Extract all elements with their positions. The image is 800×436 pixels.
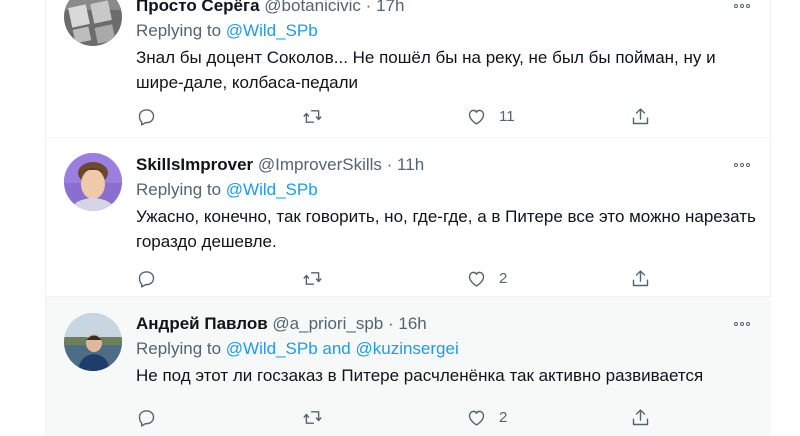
tweet-text: Не под этот ли госзаказ в Питере расчлен… <box>136 366 704 385</box>
reply-bubble-icon <box>138 409 155 427</box>
share-button[interactable] <box>630 266 651 290</box>
separator-dot: · <box>386 155 393 174</box>
tweet-actions: 11 <box>136 104 656 128</box>
user-handle[interactable]: @a_priori_spb <box>272 314 383 333</box>
share-upload-icon <box>632 408 649 425</box>
user-handle[interactable]: @ImproverSkills <box>258 155 382 174</box>
tweet-item[interactable]: Просто Серёга @botanicivic · 17h Replyin… <box>46 0 771 138</box>
replying-prefix: Replying to <box>136 339 226 358</box>
avatar[interactable] <box>64 153 122 211</box>
separator-dot: · <box>387 314 394 333</box>
tweet-header: Андрей Павлов @a_priori_spb · 16h <box>136 312 757 336</box>
mention-link[interactable]: @Wild_SPb and @kuzinsergei <box>226 339 459 358</box>
tweet-text: Ужасно, конечно, так говорить, но, где-г… <box>136 207 756 251</box>
replying-to: Replying to @Wild_SPb <box>136 19 757 43</box>
retweet-button[interactable] <box>302 104 323 128</box>
share-upload-icon <box>632 107 649 124</box>
like-button[interactable]: 11 <box>466 104 515 128</box>
tweet-text: Знал бы доцент Соколов... Не пошёл бы на… <box>136 48 716 92</box>
reply-thread: Просто Серёга @botanicivic · 17h Replyin… <box>45 0 771 436</box>
tweet-header: Просто Серёга @botanicivic · 17h <box>136 0 757 18</box>
replying-prefix: Replying to <box>136 21 226 40</box>
tweet-time[interactable]: 16h <box>398 314 426 333</box>
separator-dot: · <box>365 0 372 15</box>
display-name[interactable]: SkillsImprover <box>136 155 253 174</box>
more-dots-icon[interactable] <box>729 0 755 15</box>
retweet-icon <box>303 109 322 123</box>
display-name[interactable]: Андрей Павлов <box>136 314 268 333</box>
avatar[interactable] <box>64 313 122 371</box>
more-dots-icon[interactable] <box>729 156 755 174</box>
retweet-icon <box>303 410 322 424</box>
mention-link[interactable]: @Wild_SPb <box>226 21 318 40</box>
tweet-actions: 2 <box>136 405 656 429</box>
like-count: 11 <box>499 107 515 125</box>
reply-bubble-icon <box>138 270 155 288</box>
tweet-time[interactable]: 11h <box>397 155 424 174</box>
more-dots-icon[interactable] <box>729 315 755 333</box>
like-count: 2 <box>499 269 508 287</box>
heart-icon <box>468 410 485 426</box>
avatar[interactable] <box>64 0 122 46</box>
tweet-item[interactable]: SkillsImprover @ImproverSkills · 11h Rep… <box>46 138 771 297</box>
share-upload-icon <box>632 269 649 286</box>
share-button[interactable] <box>630 405 651 429</box>
mention-link[interactable]: @Wild_SPb <box>226 180 318 199</box>
share-button[interactable] <box>630 104 651 128</box>
retweet-icon <box>303 271 322 285</box>
like-button[interactable]: 2 <box>466 405 507 429</box>
tweet-header: SkillsImprover @ImproverSkills · 11h <box>136 153 757 177</box>
reply-button[interactable] <box>136 405 157 429</box>
retweet-button[interactable] <box>302 405 323 429</box>
heart-icon <box>468 109 485 125</box>
reply-button[interactable] <box>136 266 157 290</box>
retweet-button[interactable] <box>302 266 323 290</box>
replying-prefix: Replying to <box>136 180 226 199</box>
display-name[interactable]: Просто Серёга <box>136 0 260 15</box>
heart-icon <box>468 271 485 287</box>
tweet-actions: 2 <box>136 266 656 290</box>
replying-to: Replying to @Wild_SPb and @kuzinsergei <box>136 337 757 361</box>
tweet-time[interactable]: 17h <box>376 0 404 15</box>
like-count: 2 <box>499 408 508 426</box>
reply-bubble-icon <box>138 108 155 126</box>
user-handle[interactable]: @botanicivic <box>264 0 361 15</box>
replying-to: Replying to @Wild_SPb <box>136 178 757 202</box>
like-button[interactable]: 2 <box>466 266 507 290</box>
reply-button[interactable] <box>136 104 157 128</box>
tweet-item[interactable]: Андрей Павлов @a_priori_spb · 16h Replyi… <box>46 297 771 436</box>
